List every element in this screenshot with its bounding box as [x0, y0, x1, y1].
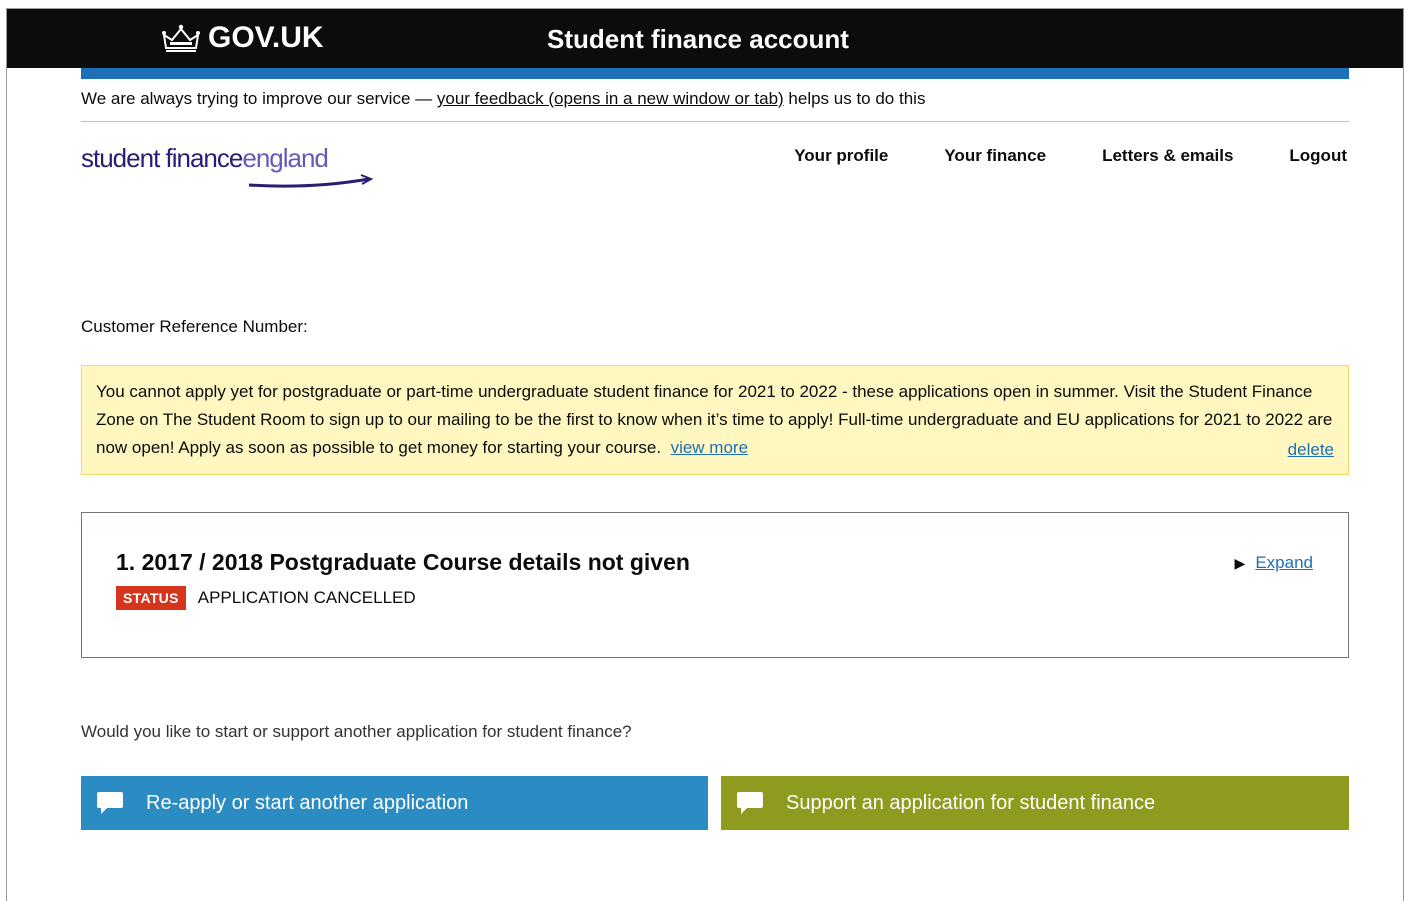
gov-logo-text: GOV.UK: [208, 21, 324, 54]
chat-bubble-icon: [737, 792, 763, 814]
main-nav: Your profile Your finance Letters & emai…: [794, 146, 1347, 166]
support-application-button[interactable]: Support an application for student finan…: [721, 776, 1349, 830]
feedback-suffix: helps us to do this: [783, 89, 926, 108]
page-frame: GOV.UK Student finance account We are al…: [6, 8, 1404, 901]
delete-notice-link[interactable]: delete: [1288, 440, 1334, 460]
status-row: STATUS APPLICATION CANCELLED: [116, 586, 416, 610]
chat-bubble-icon: [97, 792, 123, 814]
status-badge: STATUS: [116, 586, 186, 610]
reapply-button[interactable]: Re-apply or start another application: [81, 776, 708, 830]
logo-swoosh-icon: [248, 174, 374, 188]
nav-your-finance[interactable]: Your finance: [944, 146, 1046, 166]
view-more-link[interactable]: view more: [671, 438, 748, 457]
application-card: 1. 2017 / 2018 Postgraduate Course detai…: [81, 512, 1349, 658]
gov-header: GOV.UK Student finance account: [7, 9, 1403, 68]
service-name-link[interactable]: Student finance account: [547, 24, 849, 55]
header-blue-strip: [81, 68, 1349, 79]
feedback-link[interactable]: your feedback (opens in a new window or …: [437, 89, 784, 108]
status-text: APPLICATION CANCELLED: [197, 588, 416, 607]
gov-logo-link[interactable]: GOV.UK: [162, 21, 324, 55]
expand-label: Expand: [1255, 553, 1313, 572]
application-title: 1. 2017 / 2018 Postgraduate Course detai…: [116, 549, 690, 575]
crown-icon: [162, 24, 200, 52]
feedback-banner: We are always trying to improve our serv…: [81, 89, 1349, 122]
student-finance-england-logo[interactable]: student financeengland: [81, 143, 381, 191]
support-button-label: Support an application for student finan…: [786, 791, 1156, 814]
nav-letters-emails[interactable]: Letters & emails: [1102, 146, 1233, 166]
customer-reference-label: Customer Reference Number:: [81, 317, 308, 336]
logo-text-part2: england: [242, 143, 329, 173]
another-application-question: Would you like to start or support anoth…: [81, 722, 632, 741]
feedback-prefix: We are always trying to improve our serv…: [81, 89, 437, 108]
expand-toggle[interactable]: ▶ Expand: [1235, 553, 1313, 573]
notice-banner: You cannot apply yet for postgraduate or…: [81, 365, 1349, 475]
reapply-button-label: Re-apply or start another application: [146, 791, 469, 814]
nav-your-profile[interactable]: Your profile: [794, 146, 888, 166]
nav-logout[interactable]: Logout: [1289, 146, 1347, 166]
triangle-right-icon: ▶: [1234, 554, 1246, 571]
logo-text-part1: student finance: [81, 143, 243, 173]
